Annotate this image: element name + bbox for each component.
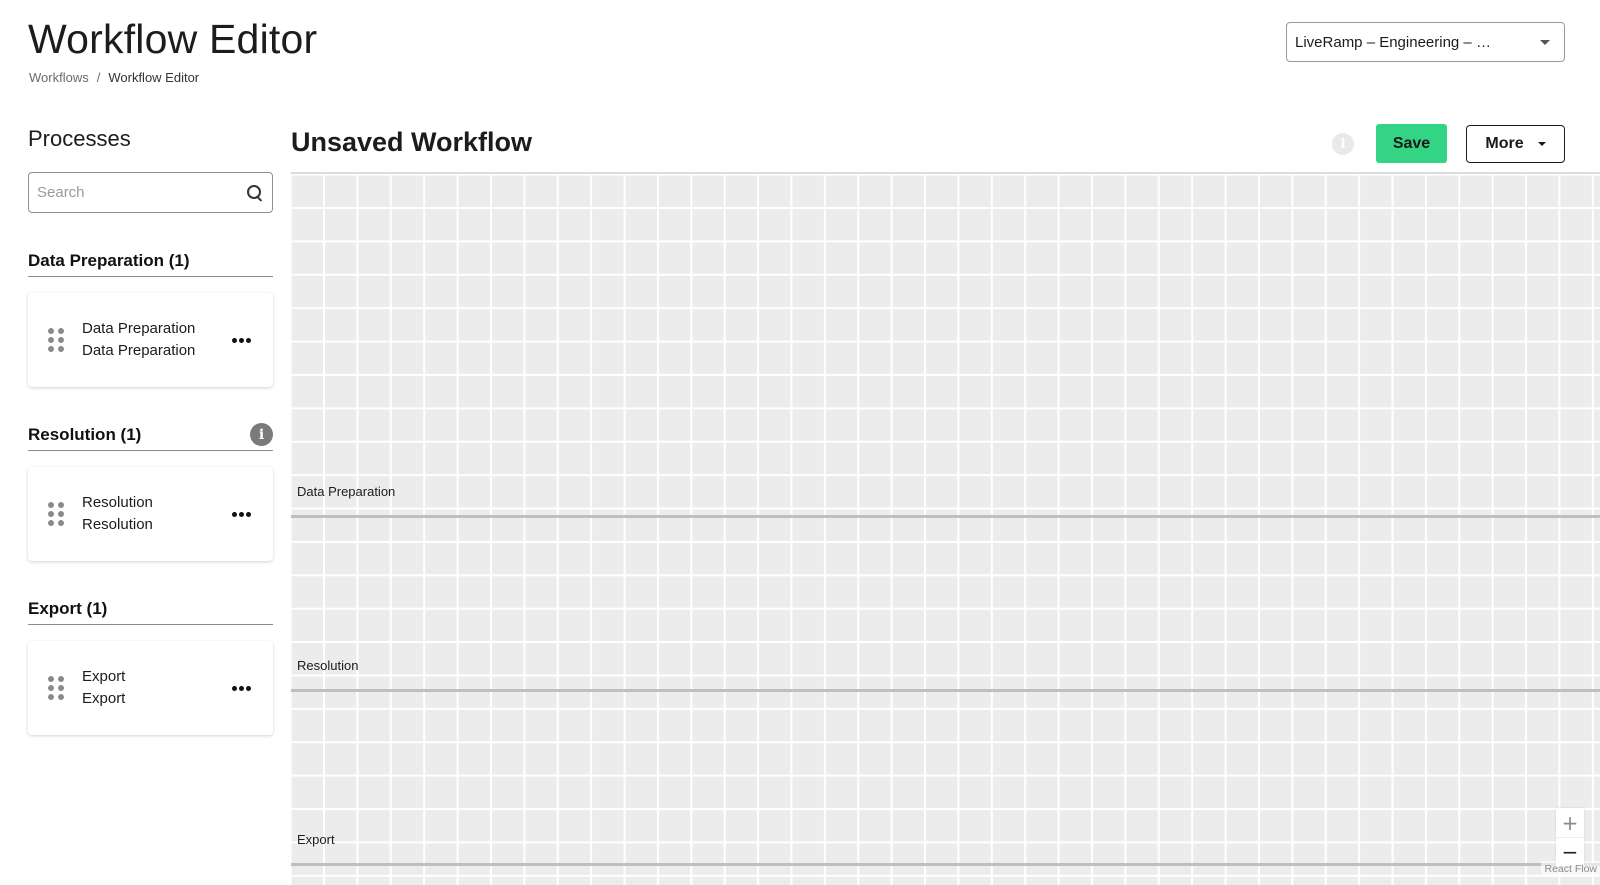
group-title: Resolution (1) bbox=[28, 424, 142, 444]
process-type: Resolution bbox=[82, 516, 153, 533]
process-card-text: Resolution Resolution bbox=[82, 492, 230, 536]
lane-divider bbox=[291, 863, 1600, 866]
group-header: Export (1) bbox=[28, 585, 273, 625]
lane-label-data-preparation: Data Preparation bbox=[297, 484, 396, 499]
breadcrumb-current: Workflow Editor bbox=[108, 70, 200, 85]
process-type: Data Preparation bbox=[82, 342, 196, 359]
process-type: Export bbox=[82, 690, 126, 707]
caret-down-icon bbox=[1540, 39, 1550, 45]
processes-sidebar: Processes Data Preparation (1) Data Prep… bbox=[28, 126, 273, 759]
process-name: Export bbox=[82, 668, 126, 685]
search-input[interactable] bbox=[37, 184, 246, 201]
breadcrumb: Workflows / Workflow Editor bbox=[29, 70, 199, 85]
process-name: Resolution bbox=[82, 494, 153, 511]
lane-divider bbox=[291, 689, 1600, 692]
process-card-data-preparation[interactable]: Data Preparation Data Preparation bbox=[28, 293, 273, 387]
process-group-export: Export (1) Export Export bbox=[28, 585, 273, 735]
process-name: Data Preparation bbox=[82, 320, 196, 337]
lane-label-resolution: Resolution bbox=[297, 658, 359, 673]
group-header: Resolution (1) i bbox=[28, 411, 273, 451]
sidebar-title: Processes bbox=[28, 126, 131, 151]
process-card-text: Export Export bbox=[82, 666, 230, 710]
group-title: Data Preparation (1) bbox=[28, 250, 190, 270]
group-header: Data Preparation (1) bbox=[28, 237, 273, 277]
zoom-controls: + − bbox=[1556, 808, 1584, 866]
workflow-canvas[interactable]: Data Preparation Resolution Export bbox=[291, 172, 1600, 885]
organization-select[interactable]: LiveRamp – Engineering – … bbox=[1286, 22, 1565, 62]
process-card-export[interactable]: Export Export bbox=[28, 641, 273, 735]
search-icon[interactable] bbox=[246, 184, 264, 202]
workflow-title: Unsaved Workflow bbox=[291, 127, 533, 157]
process-group-data-preparation: Data Preparation (1) Data Preparation Da… bbox=[28, 237, 273, 387]
react-flow-attribution[interactable]: React Flow bbox=[1541, 861, 1600, 877]
info-icon[interactable]: i bbox=[1332, 133, 1354, 155]
lane-divider bbox=[291, 515, 1600, 518]
more-options-icon[interactable] bbox=[230, 506, 253, 523]
info-icon[interactable]: i bbox=[250, 423, 273, 446]
group-title: Export (1) bbox=[28, 598, 108, 618]
lane-label-export: Export bbox=[297, 832, 335, 847]
caret-down-icon bbox=[1537, 142, 1546, 146]
process-card-text: Data Preparation Data Preparation bbox=[82, 318, 230, 362]
drag-handle-icon[interactable] bbox=[48, 502, 64, 526]
breadcrumb-separator: / bbox=[96, 70, 101, 85]
process-card-resolution[interactable]: Resolution Resolution bbox=[28, 467, 273, 561]
save-button[interactable]: Save bbox=[1376, 124, 1447, 163]
search-field[interactable] bbox=[28, 172, 273, 213]
drag-handle-icon[interactable] bbox=[48, 676, 64, 700]
page-title: Workflow Editor bbox=[28, 16, 318, 62]
zoom-in-button[interactable]: + bbox=[1556, 808, 1584, 837]
more-options-icon[interactable] bbox=[230, 332, 253, 349]
drag-handle-icon[interactable] bbox=[48, 328, 64, 352]
more-button[interactable]: More bbox=[1466, 125, 1565, 163]
more-options-icon[interactable] bbox=[230, 680, 253, 697]
breadcrumb-workflows-link[interactable]: Workflows bbox=[29, 70, 89, 85]
organization-select-value: LiveRamp – Engineering – … bbox=[1295, 33, 1491, 51]
process-group-resolution: Resolution (1) i Resolution Resolution bbox=[28, 411, 273, 561]
more-button-label: More bbox=[1485, 135, 1524, 152]
